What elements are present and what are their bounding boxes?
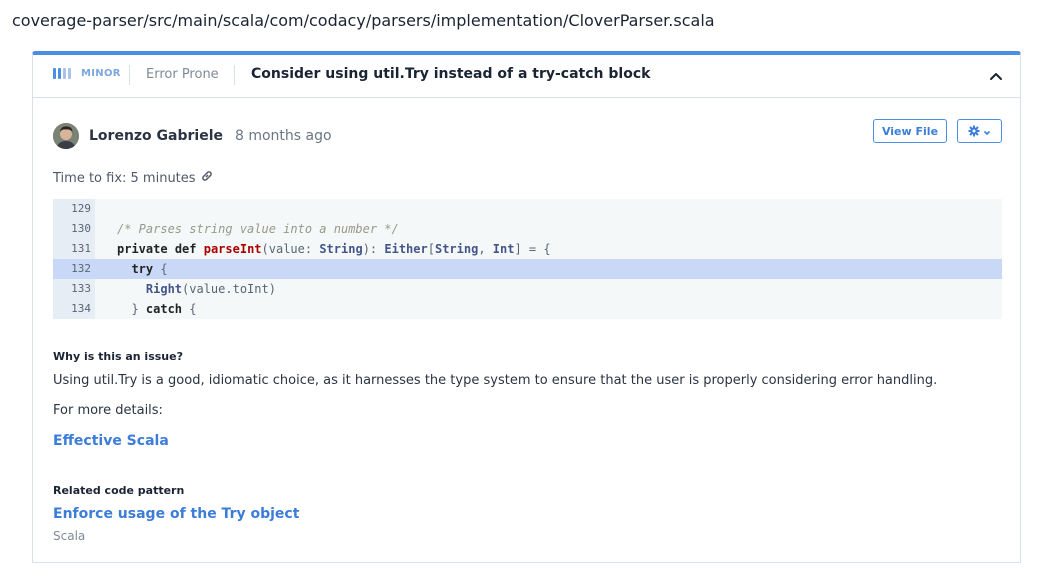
line-number: 130 [53, 219, 95, 239]
code-type: String [319, 242, 363, 256]
code-line: 129 [53, 199, 1002, 219]
code-comment: /* Parses string value into a number */ [117, 222, 399, 236]
code-line: 131 private def parseInt(value: String):… [53, 239, 1002, 259]
code-type: Either [384, 242, 428, 256]
code-punct: ] = { [514, 242, 551, 256]
line-number: 134 [53, 299, 95, 319]
code-line: 134 } catch { [53, 299, 1002, 319]
file-path: coverage-parser/src/main/scala/com/codac… [12, 11, 715, 30]
pattern-language: Scala [53, 529, 86, 543]
chevron-down-icon [983, 122, 991, 141]
code-punct: } [131, 302, 146, 316]
issue-title: Consider using util.Try instead of a try… [251, 66, 651, 82]
code-function-name: parseInt [203, 242, 262, 256]
code-keyword: private [117, 242, 168, 256]
why-text: Using util.Try is a good, idiomatic choi… [53, 373, 938, 388]
avatar [53, 123, 79, 149]
effective-scala-link[interactable]: Effective Scala [53, 433, 169, 449]
time-to-fix-label: Time to fix: 5 minutes [53, 170, 196, 186]
code-punct: (value: [261, 242, 320, 256]
code-text: Right(value.toInt) [95, 282, 276, 296]
related-pattern-link[interactable]: Enforce usage of the Try object [53, 506, 299, 522]
severity-indicator: MINOR [53, 68, 121, 79]
code-type: String [434, 242, 479, 256]
code-line-highlighted: 132 try { [53, 259, 1002, 279]
code-text: try { [95, 262, 168, 276]
code-punct: , [478, 242, 493, 256]
code-line: 130 /* Parses string value into a number… [53, 219, 1002, 239]
chevron-up-icon[interactable] [988, 68, 1004, 84]
line-number: 129 [53, 199, 95, 219]
code-punct: { [153, 262, 168, 276]
line-number: 133 [53, 279, 95, 299]
time-ago: 8 months ago [235, 128, 332, 144]
related-heading: Related code pattern [53, 484, 185, 497]
divider [129, 65, 130, 85]
code-punct: [ [427, 242, 435, 256]
code-line: 133 Right(value.toInt) [53, 279, 1002, 299]
issue-header[interactable]: MINOR Error Prone Consider using util.Tr… [33, 55, 1020, 98]
divider [234, 65, 235, 85]
code-type: Int [492, 242, 515, 256]
code-text: /* Parses string value into a number */ [95, 222, 399, 236]
link-icon[interactable] [200, 169, 214, 187]
code-keyword: def [174, 242, 197, 256]
code-punct: (value.toInt) [182, 282, 276, 296]
code-text: } catch { [95, 302, 196, 316]
severity-bars-icon [53, 68, 71, 79]
code-type: Right [145, 282, 183, 296]
author-info: Lorenzo Gabriele 8 months ago [53, 123, 332, 149]
code-keyword: try [131, 262, 154, 276]
code-snippet: 129 130 /* Parses string value into a nu… [53, 199, 1002, 319]
issue-category: Error Prone [146, 67, 219, 82]
code-text: private def parseInt(value: String): Eit… [95, 242, 551, 256]
settings-dropdown-button[interactable] [957, 119, 1002, 143]
why-heading: Why is this an issue? [53, 350, 183, 363]
severity-label: MINOR [81, 68, 121, 79]
author-name[interactable]: Lorenzo Gabriele [89, 128, 223, 144]
gear-icon [968, 122, 980, 141]
code-punct: ): [362, 242, 385, 256]
issue-card: MINOR Error Prone Consider using util.Tr… [32, 51, 1021, 563]
line-number: 131 [53, 239, 95, 259]
line-number: 132 [53, 259, 95, 279]
more-details-label: For more details: [53, 403, 163, 418]
code-punct: { [182, 302, 197, 316]
view-file-button[interactable]: View File [873, 119, 947, 143]
time-to-fix: Time to fix: 5 minutes [53, 169, 214, 187]
code-keyword: catch [145, 302, 183, 316]
